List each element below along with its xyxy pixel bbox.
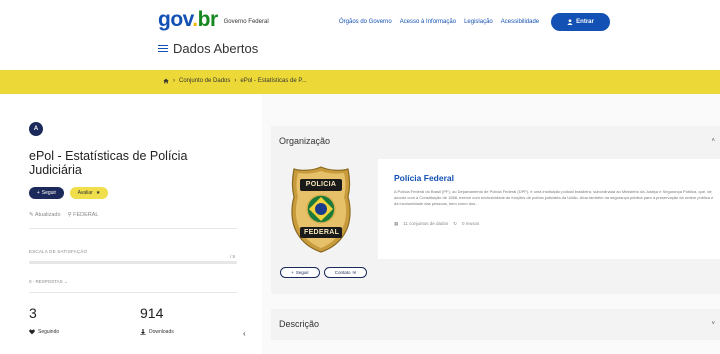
link-legislacao[interactable]: Legislação <box>464 19 493 25</box>
site-title[interactable]: Dados Abertos <box>173 41 258 56</box>
collapse-sidebar-icon[interactable]: ‹ <box>243 329 246 338</box>
chevron-right-icon: › <box>173 78 175 84</box>
badge-text-top: POLICIA <box>305 181 337 188</box>
rate-button[interactable]: Avaliar ★ <box>70 187 108 199</box>
logo-part-go: go <box>158 8 183 31</box>
responses-count: 0 - RESPOSTAS <box>29 279 63 284</box>
link-orgaos[interactable]: Órgãos do Governo <box>339 19 392 25</box>
location-label: FEDERAL <box>73 212 99 218</box>
chevron-down-icon: ⌄ <box>63 279 68 284</box>
user-icon <box>567 19 573 25</box>
followers-stat: Seguindo <box>29 329 59 335</box>
star-icon: ★ <box>95 190 101 196</box>
hamburger-icon[interactable] <box>158 44 168 53</box>
satisfaction-label: ESCALA DE SATISFAÇÃO <box>29 249 88 254</box>
dataset-meta: ✎ Atualizado ⚲ FEDERAL <box>29 212 98 218</box>
contact-button[interactable]: Contato ✉ <box>324 267 367 278</box>
follow-organization-button[interactable]: + Seguir <box>280 267 320 278</box>
organization-info: Polícia Federal A Polícia Federal do Bra… <box>378 159 720 259</box>
rate-label: Avaliar <box>77 190 93 196</box>
organization-meta: ▦ 11 conjuntos de dados ↻ 0 reusos <box>394 221 479 227</box>
downloads-label: Downloads <box>149 329 174 335</box>
breadcrumb: › Conjunto de Dados › ePol - Estatística… <box>163 78 307 84</box>
updated-info: ✎ Atualizado <box>29 212 61 218</box>
follow-dataset-label: Seguir <box>41 190 57 196</box>
divider <box>29 292 237 293</box>
logo-part-v: v <box>182 8 193 31</box>
breadcrumb-item-current: ePol - Estatísticas de P... <box>240 78 307 84</box>
reuse-icon: ↻ <box>453 221 457 226</box>
divider <box>29 228 237 229</box>
reuses-count: 0 reusos <box>462 221 480 226</box>
satisfaction-bar <box>29 261 237 264</box>
organization-heading[interactable]: Organização <box>279 136 330 146</box>
site-header: gov.br Governo Federal Dados Abertos Órg… <box>0 0 720 70</box>
dataset-title: ePol - Estatísticas de Polícia Judiciári… <box>29 149 188 177</box>
followers-count: 3 <box>29 305 37 321</box>
contact-label: Contato <box>334 270 351 275</box>
plus-icon: + <box>291 270 294 275</box>
dataset-summary: A ePol - Estatísticas de Polícia Judiciá… <box>0 94 262 354</box>
govbr-logo[interactable]: gov.br Governo Federal <box>158 8 269 31</box>
follow-organization-label: Seguir <box>295 270 309 275</box>
location-info: ⚲ FEDERAL <box>68 212 99 218</box>
edit-icon: ✎ <box>29 212 34 218</box>
home-icon[interactable] <box>163 78 169 84</box>
download-icon <box>140 329 146 335</box>
calendar-icon: ▦ <box>394 221 399 226</box>
chevron-down-icon[interactable]: ˅ <box>711 321 715 327</box>
envelope-icon: ✉ <box>352 269 357 275</box>
top-links: Órgãos do Governo Acesso à Informação Le… <box>339 19 539 25</box>
org-avatar[interactable]: A <box>29 122 43 136</box>
description-heading[interactable]: Descrição <box>279 319 319 329</box>
logo-part-br: br <box>197 8 219 31</box>
policia-federal-badge <box>291 166 351 253</box>
site-menu[interactable]: Dados Abertos <box>158 41 258 56</box>
link-acessibilidade[interactable]: Acessibilidade <box>501 19 539 25</box>
organization-name[interactable]: Polícia Federal <box>394 173 454 183</box>
organization-section: Organização ˄ POLICIA FEDERAL Polícia Fe… <box>271 126 720 294</box>
login-button[interactable]: Entrar <box>551 13 610 31</box>
chevron-up-icon[interactable]: ˄ <box>711 138 715 144</box>
logo-subtitle: Governo Federal <box>223 19 269 25</box>
badge-text-bottom: FEDERAL <box>304 229 340 236</box>
heart-icon <box>29 329 35 335</box>
link-acesso-informacao[interactable]: Acesso à Informação <box>400 19 456 25</box>
breadcrumb-item-datasets[interactable]: Conjunto de Dados <box>179 78 230 84</box>
responses-toggle[interactable]: 0 - RESPOSTAS ⌄ <box>29 279 68 285</box>
datasets-count: 11 conjuntos de dados <box>403 221 449 226</box>
satisfaction-value: / 5 <box>230 254 236 259</box>
follow-dataset-button[interactable]: + Seguir <box>29 187 64 199</box>
breadcrumb-bar: › Conjunto de Dados › ePol - Estatística… <box>0 70 720 94</box>
location-pin-icon: ⚲ <box>67 212 72 218</box>
downloads-stat: Downloads <box>140 329 174 335</box>
followers-label: Seguindo <box>38 329 60 335</box>
downloads-count: 914 <box>140 305 164 321</box>
plus-icon: + <box>36 190 40 196</box>
login-label: Entrar <box>576 19 594 25</box>
chevron-right-icon: › <box>234 78 237 84</box>
description-section[interactable]: Descrição ˅ <box>271 309 720 340</box>
updated-label: Atualizado <box>34 212 61 218</box>
organization-description: A Polícia Federal do Brasil (PF), ou Dep… <box>394 189 714 206</box>
